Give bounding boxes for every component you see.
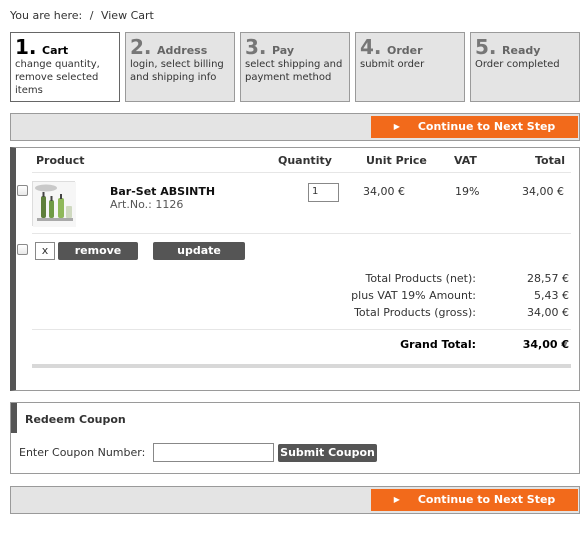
cart-table: Product Quantity Unit Price VAT Total Ba… — [10, 147, 580, 391]
step-number: 2. — [130, 35, 152, 59]
clear-x-button[interactable]: x — [35, 242, 55, 260]
step-order[interactable]: 4. Order submit order — [355, 32, 465, 102]
line-total: 34,00 € — [522, 185, 564, 198]
header-total: Total — [535, 154, 566, 167]
step-title: Pay — [272, 44, 295, 57]
product-art-no: Art.No.: 1126 — [110, 198, 184, 211]
row-checkbox[interactable] — [17, 185, 28, 196]
continue-label: Continue to Next Step — [417, 120, 556, 133]
continue-button-bottom[interactable]: ▶ Continue to Next Step — [371, 489, 578, 511]
vat-label: plus VAT 19% Amount: — [351, 289, 476, 302]
arrow-right-icon: ▶ — [393, 495, 400, 504]
coupon-section: Redeem Coupon Enter Coupon Number: Submi… — [10, 402, 580, 474]
step-address[interactable]: 2. Address login, select billing and shi… — [125, 32, 235, 102]
step-desc: select shipping and payment method — [245, 59, 343, 83]
checkout-steps: 1. Cart change quantity, remove selected… — [10, 32, 580, 102]
header-unit-price: Unit Price — [366, 154, 427, 167]
select-all-checkbox[interactable] — [17, 244, 28, 255]
net-value: 28,57 € — [527, 272, 569, 285]
separator-bar — [32, 364, 571, 368]
step-cart[interactable]: 1. Cart change quantity, remove selected… — [10, 32, 120, 102]
step-pay[interactable]: 3. Pay select shipping and payment metho… — [240, 32, 350, 102]
step-number: 1. — [15, 35, 37, 59]
bottom-action-bar: ▶ Continue to Next Step — [10, 486, 580, 514]
step-number: 5. — [475, 35, 497, 59]
vat-value: 5,43 € — [534, 289, 569, 302]
quantity-input[interactable]: 1 — [308, 183, 339, 202]
step-desc: login, select billing and shipping info — [130, 59, 224, 83]
coupon-input[interactable] — [153, 443, 274, 462]
continue-button-top[interactable]: ▶ Continue to Next Step — [371, 116, 578, 138]
breadcrumb: You are here: / View Cart — [10, 9, 158, 22]
breadcrumb-prefix: You are here: — [10, 9, 83, 22]
gross-value: 34,00 € — [527, 306, 569, 319]
step-desc: Order completed — [475, 59, 560, 70]
coupon-label: Enter Coupon Number: — [19, 446, 146, 459]
step-desc: change quantity, remove selected items — [15, 59, 100, 96]
step-title: Ready — [502, 44, 541, 57]
vat-rate: 19% — [455, 185, 480, 198]
arrow-right-icon: ▶ — [393, 122, 400, 131]
remove-button[interactable]: remove — [58, 242, 138, 260]
grand-total-value: 34,00 € — [522, 338, 569, 351]
step-desc: submit order — [360, 59, 425, 70]
divider — [32, 172, 571, 173]
step-ready[interactable]: 5. Ready Order completed — [470, 32, 580, 102]
breadcrumb-separator: / — [89, 9, 94, 22]
submit-coupon-button[interactable]: Submit Coupon — [278, 444, 377, 462]
header-quantity: Quantity — [278, 154, 332, 167]
gross-label: Total Products (gross): — [354, 306, 476, 319]
divider — [32, 233, 571, 234]
update-button[interactable]: update — [153, 242, 245, 260]
grand-total-label: Grand Total: — [400, 338, 476, 351]
product-name[interactable]: Bar-Set ABSINTH — [110, 185, 215, 198]
coupon-title: Redeem Coupon — [25, 413, 126, 426]
product-thumbnail[interactable] — [32, 181, 76, 227]
bar-set-image — [33, 182, 76, 227]
breadcrumb-current: View Cart — [100, 9, 154, 22]
header-vat: VAT — [454, 154, 477, 167]
section-marker — [11, 403, 17, 433]
divider — [32, 329, 571, 330]
net-label: Total Products (net): — [365, 272, 476, 285]
step-title: Cart — [42, 44, 69, 57]
step-title: Address — [157, 44, 208, 57]
step-number: 3. — [245, 35, 267, 59]
continue-label: Continue to Next Step — [417, 493, 556, 506]
unit-price: 34,00 € — [363, 185, 405, 198]
step-title: Order — [387, 44, 423, 57]
step-number: 4. — [360, 35, 382, 59]
header-product: Product — [36, 154, 85, 167]
top-action-bar: ▶ Continue to Next Step — [10, 113, 580, 141]
